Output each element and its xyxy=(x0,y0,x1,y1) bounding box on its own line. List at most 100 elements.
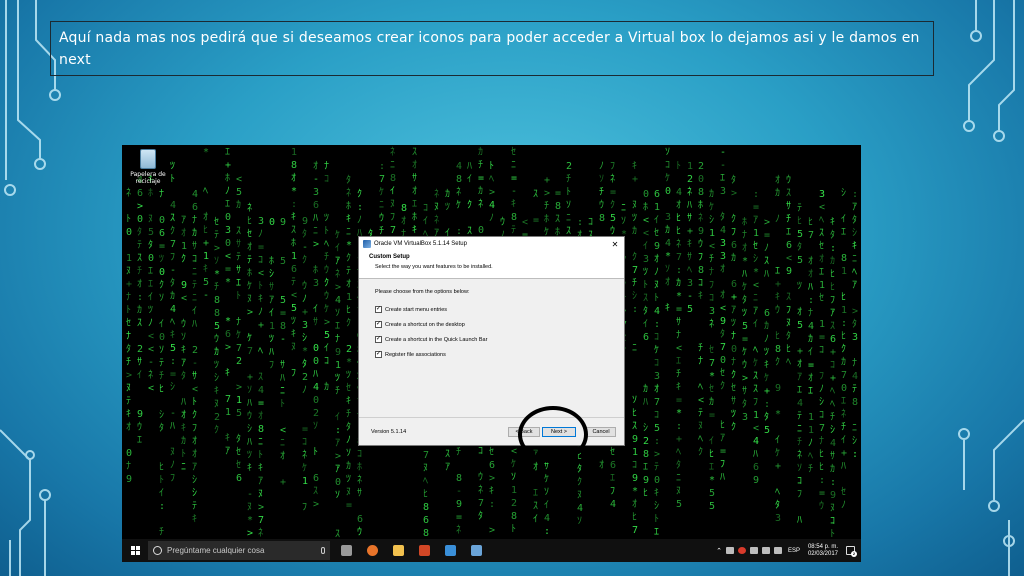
matrix-glyph: ｿ xyxy=(665,264,670,275)
matrix-glyph: ｶ xyxy=(643,383,648,395)
checkbox[interactable]: ✓ xyxy=(375,351,382,358)
matrix-glyph: - xyxy=(687,291,693,302)
option-quick-launch[interactable]: ✓ Create a shortcut in the Quick Launch … xyxy=(375,336,624,343)
chevron-up-icon[interactable]: ⌃ xyxy=(716,547,722,555)
matrix-glyph: < xyxy=(698,395,704,406)
option-start-menu[interactable]: ✓ Create start menu entries xyxy=(375,306,624,313)
matrix-glyph: ﾉ xyxy=(775,214,780,225)
matrix-glyph: 5 xyxy=(214,321,220,332)
version-label: Version 5.1.14 xyxy=(371,428,407,435)
matrix-glyph: ﾉ xyxy=(170,460,175,471)
taskbar-mail[interactable] xyxy=(440,539,460,562)
matrix-glyph: ｷ xyxy=(181,345,186,356)
matrix-glyph: 2 xyxy=(346,344,352,355)
matrix-glyph: < xyxy=(280,425,286,436)
dialog-header-title: Custom Setup xyxy=(369,254,410,260)
matrix-glyph: ﾌ xyxy=(709,280,714,291)
matrix-glyph: ﾍ xyxy=(170,317,175,328)
taskbar-virtualbox-installer[interactable] xyxy=(466,539,486,562)
matrix-glyph: ﾂ xyxy=(324,213,329,224)
matrix-glyph: 4 xyxy=(753,436,759,447)
taskbar-powerpoint[interactable] xyxy=(414,539,434,562)
matrix-glyph: * xyxy=(665,251,671,262)
tray-antivirus-icon[interactable] xyxy=(737,547,746,554)
matrix-glyph: ﾊ xyxy=(313,213,318,224)
taskbar-file-explorer[interactable] xyxy=(388,539,408,562)
matrix-glyph: ｵ xyxy=(632,498,637,510)
notification-center-icon[interactable]: 2 xyxy=(846,546,857,557)
microphone-icon[interactable] xyxy=(321,547,325,554)
matrix-glyph: ｴ xyxy=(412,199,417,210)
matrix-glyph: * xyxy=(709,475,715,486)
matrix-glyph: ﾍ xyxy=(753,345,758,356)
start-button[interactable] xyxy=(124,539,146,562)
matrix-glyph: ﾀ xyxy=(170,277,175,289)
matrix-glyph: ｵ xyxy=(797,306,802,318)
matrix-glyph: ﾍ xyxy=(203,186,208,197)
matrix-glyph: 8 xyxy=(280,321,286,332)
matrix-glyph: 1 xyxy=(181,241,187,252)
taskbar-firefox[interactable] xyxy=(362,539,382,562)
matrix-glyph: ｽ xyxy=(170,213,175,224)
clock-time: 08:54 p. m. xyxy=(807,543,838,550)
matrix-glyph: 7 xyxy=(841,370,847,381)
option-file-associations[interactable]: ✓ Register file associations xyxy=(375,351,624,358)
matrix-glyph: ﾆ xyxy=(852,423,857,434)
matrix-glyph: ﾇ xyxy=(291,342,296,353)
volume-icon[interactable] xyxy=(761,547,770,554)
option-desktop-shortcut[interactable]: ✓ Create a shortcut on the desktop xyxy=(375,321,624,328)
matrix-glyph: 7 xyxy=(632,525,638,536)
matrix-glyph: 8 xyxy=(775,344,781,355)
tray-app-icon[interactable] xyxy=(725,547,734,554)
matrix-glyph: ｱ xyxy=(753,215,758,226)
matrix-glyph: ｴ xyxy=(533,488,538,499)
matrix-glyph: 9 xyxy=(720,316,726,327)
search-box[interactable]: Pregúntame cualquier cosa xyxy=(148,541,330,560)
tray-app-icon[interactable] xyxy=(749,547,758,554)
matrix-glyph: ﾊ xyxy=(280,373,285,384)
cancel-button[interactable]: Cancel xyxy=(586,426,616,437)
matrix-glyph: = xyxy=(170,369,176,380)
matrix-glyph: 0 xyxy=(313,343,319,354)
matrix-glyph: ｲ xyxy=(159,488,164,499)
matrix-glyph: 8 xyxy=(456,174,462,185)
matrix-glyph: 6 xyxy=(764,308,770,319)
matrix-glyph: ﾃ xyxy=(698,408,703,419)
matrix-glyph: 1 xyxy=(203,251,209,262)
matrix-glyph: 6 xyxy=(643,332,649,343)
matrix-glyph: 3 xyxy=(720,251,726,262)
close-icon[interactable]: ✕ xyxy=(610,240,620,249)
recycle-bin-label: Papelera de reciclaje xyxy=(130,171,166,185)
checkbox[interactable]: ✓ xyxy=(375,321,382,328)
matrix-glyph: + xyxy=(302,307,308,318)
matrix-glyph: ｷ xyxy=(775,292,780,303)
matrix-glyph: 0 xyxy=(313,395,319,406)
matrix-glyph: ｱ xyxy=(852,202,857,213)
matrix-glyph: ｼ xyxy=(159,410,164,421)
matrix-glyph: < xyxy=(819,202,825,213)
language-indicator[interactable]: ESP xyxy=(788,548,800,554)
matrix-glyph: ｻ xyxy=(357,487,362,499)
matrix-glyph: = xyxy=(764,230,770,241)
matrix-glyph: + xyxy=(225,160,231,171)
network-icon[interactable] xyxy=(773,547,782,554)
matrix-glyph: ﾍ xyxy=(830,399,835,410)
taskbar-task-view[interactable] xyxy=(336,539,356,562)
clock[interactable]: 08:54 p. m. 02/03/2017 xyxy=(808,544,838,558)
matrix-glyph: 9 xyxy=(137,409,143,420)
matrix-glyph: < xyxy=(676,343,682,354)
matrix-glyph: ｿ xyxy=(214,256,219,267)
matrix-glyph: ﾉ xyxy=(148,318,153,329)
checkbox[interactable]: ✓ xyxy=(375,306,382,313)
matrix-glyph: 4 xyxy=(830,438,836,449)
matrix-glyph: ｶ xyxy=(764,320,769,332)
matrix-glyph: ﾀ xyxy=(775,499,780,511)
recycle-bin-desktop-icon[interactable]: Papelera de reciclaje xyxy=(128,149,168,185)
matrix-glyph: ｷ xyxy=(225,368,230,379)
matrix-glyph: ﾊ xyxy=(269,347,274,358)
matrix-glyph: ﾇ xyxy=(423,463,428,474)
matrix-glyph: ﾊ xyxy=(247,398,252,409)
matrix-glyph: > xyxy=(126,370,132,381)
matrix-glyph: < xyxy=(148,383,154,394)
checkbox[interactable]: ✓ xyxy=(375,336,382,343)
